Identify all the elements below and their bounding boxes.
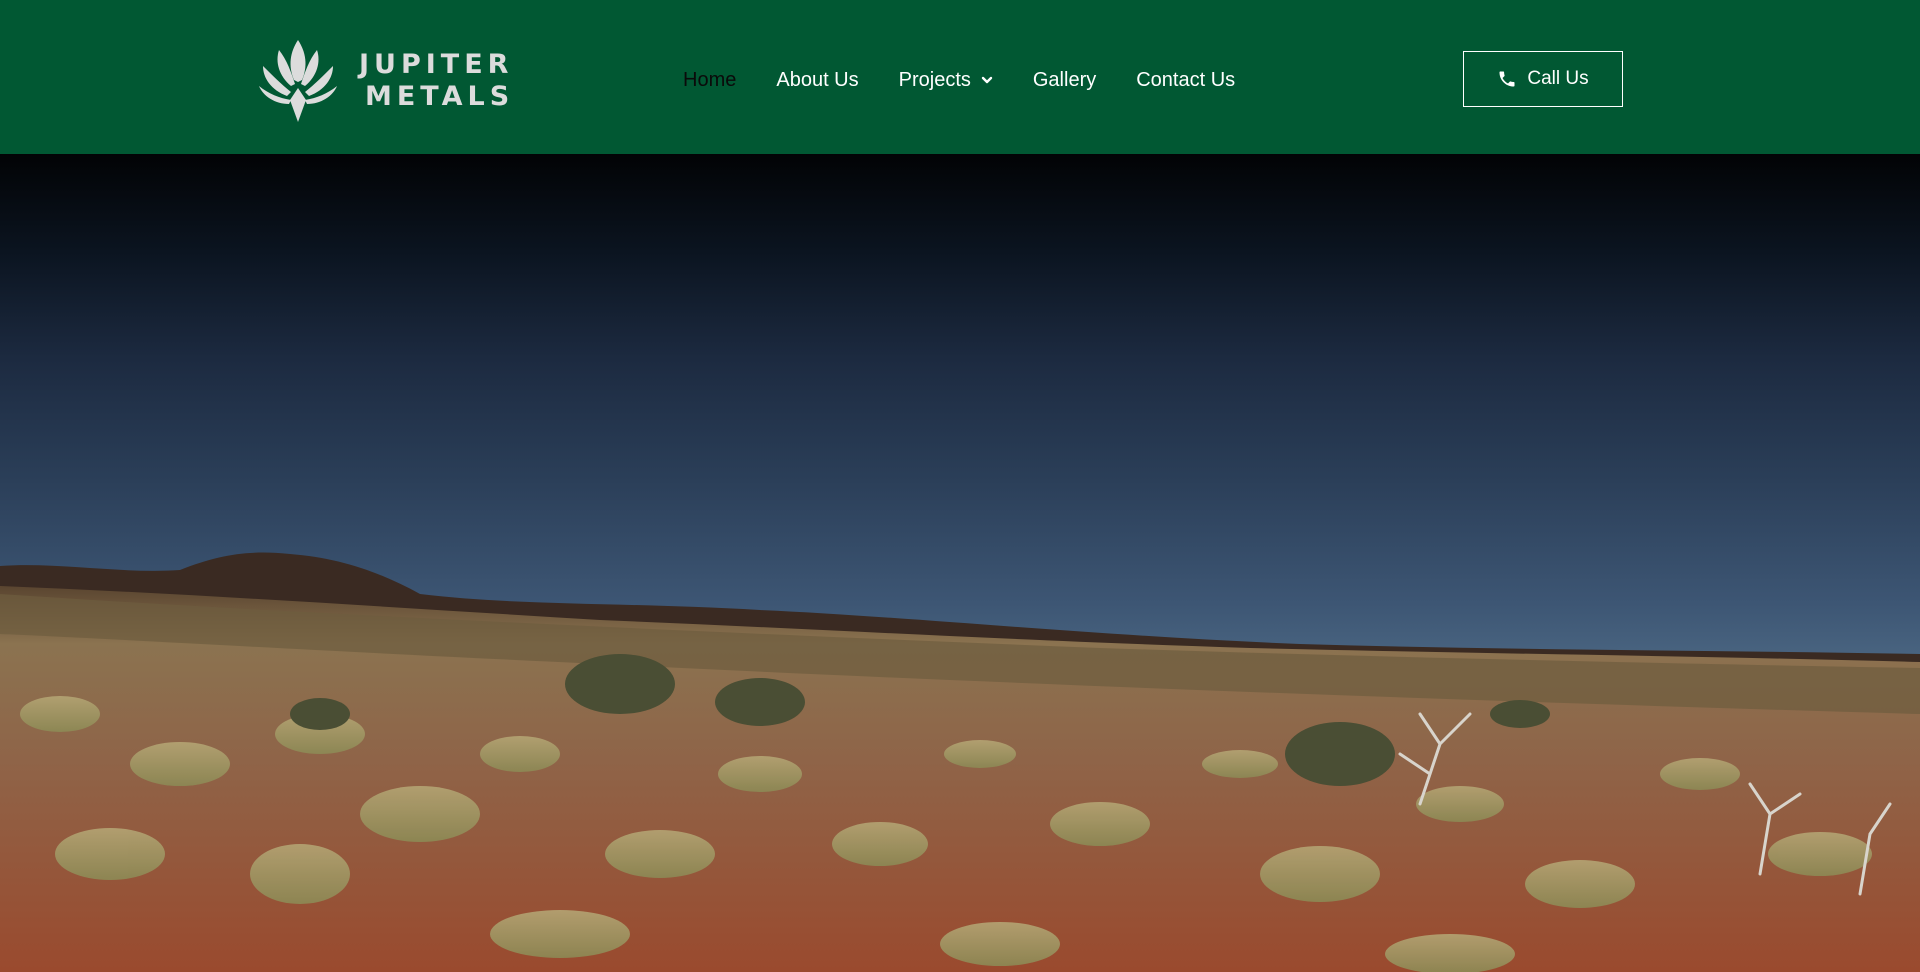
nav-item-home[interactable]: Home — [683, 69, 736, 92]
hero-landscape-image — [0, 154, 1920, 972]
nav-item-gallery[interactable]: Gallery — [1033, 69, 1096, 92]
nav-item-label: Home — [683, 68, 737, 91]
nav-item-label: Projects — [898, 68, 971, 91]
main-nav: Home About Us Projects Gallery Contact U… — [683, 66, 1275, 94]
phone-icon — [1499, 71, 1515, 87]
brand-line-1: JUPITER — [359, 49, 514, 80]
brand-wordmark: JUPITER METALS — [359, 49, 514, 113]
brand-logo[interactable]: JUPITER METALS — [257, 38, 514, 124]
nav-item-contact-us[interactable]: Contact Us — [1136, 69, 1235, 92]
nav-item-projects[interactable]: Projects — [899, 69, 993, 92]
nav-item-about-us[interactable]: About Us — [776, 69, 858, 92]
call-us-button[interactable]: Call Us — [1463, 51, 1623, 107]
outback-scene — [0, 552, 1920, 972]
nav-item-label: About Us — [776, 68, 859, 91]
chevron-down-icon — [981, 76, 993, 84]
brand-line-2: METALS — [365, 81, 515, 112]
nav-item-label: Gallery — [1032, 68, 1097, 91]
nav-item-label: Contact Us — [1136, 68, 1236, 91]
leaf-fan-icon — [259, 40, 337, 122]
site-header: JUPITER METALS Home About Us Projects Ga… — [0, 0, 1920, 154]
call-us-label: Call Us — [1527, 68, 1589, 89]
